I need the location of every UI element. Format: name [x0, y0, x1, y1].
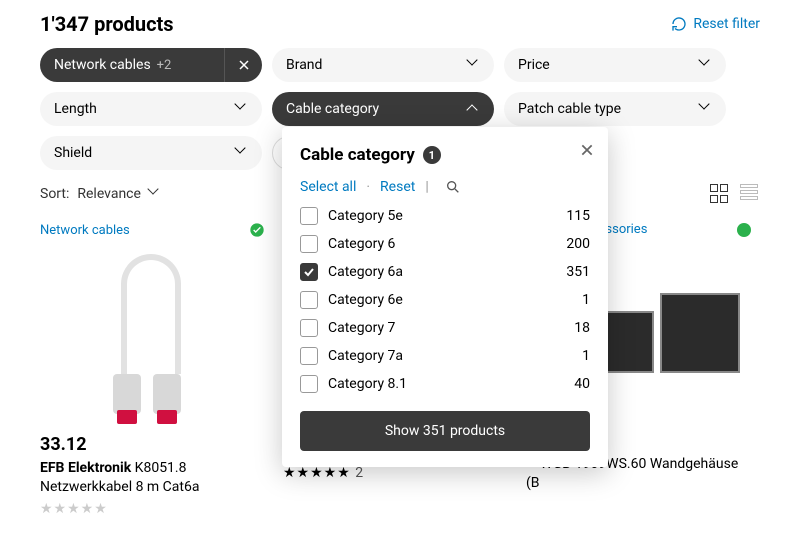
filter-patch-type[interactable]: Patch cable type	[504, 92, 726, 126]
checkbox[interactable]	[300, 263, 318, 281]
filter-option[interactable]: Category 8.1 40	[300, 375, 590, 393]
product-title: EFB Elektronik K8051.8Netzwerkkabel 8 m …	[40, 459, 265, 497]
popover-title: Cable category1	[300, 145, 590, 165]
chevron-up-icon	[468, 103, 480, 115]
check-circle-icon	[249, 222, 265, 238]
option-count: 18	[574, 320, 590, 336]
checkbox[interactable]	[300, 375, 318, 393]
checkbox[interactable]	[300, 235, 318, 253]
product-category[interactable]: Network cables	[40, 223, 130, 238]
clear-active-filter[interactable]	[224, 48, 262, 82]
option-label: Category 6a	[328, 264, 403, 280]
selected-count-badge: 1	[423, 146, 441, 164]
product-card[interactable]: Network cables 33.12 EFB Elektronik K805…	[40, 222, 265, 517]
chevron-down-icon	[149, 188, 161, 200]
checkbox[interactable]	[300, 319, 318, 337]
select-all-link[interactable]: Select all	[300, 179, 356, 195]
popover-close-button[interactable]	[580, 143, 594, 157]
filter-brand[interactable]: Brand	[272, 48, 494, 82]
option-count: 40	[574, 376, 590, 392]
filter-price[interactable]: Price	[504, 48, 726, 82]
close-icon	[580, 143, 594, 157]
active-filter-chip[interactable]: Network cables+2	[40, 48, 262, 82]
filter-option[interactable]: Category 7 18	[300, 319, 590, 337]
show-products-button[interactable]: Show 351 products	[300, 411, 590, 451]
option-label: Category 8.1	[328, 376, 407, 392]
cable-category-popover: Cable category1 Select all · Reset | Cat…	[282, 127, 608, 467]
close-icon	[238, 59, 250, 71]
option-label: Category 7	[328, 320, 395, 336]
option-label: Category 6	[328, 236, 395, 252]
filter-length[interactable]: Length	[40, 92, 262, 126]
checkbox[interactable]	[300, 347, 318, 365]
product-rating: ★★★★★	[40, 501, 265, 517]
list-view-button[interactable]	[740, 184, 760, 204]
filter-option[interactable]: Category 7a 1	[300, 347, 590, 365]
filter-option[interactable]: Category 6a 351	[300, 263, 590, 281]
product-price: 33.12	[40, 434, 265, 455]
option-label: Category 6e	[328, 292, 403, 308]
option-count: 115	[566, 208, 590, 224]
reset-filter-link[interactable]: Reset filter	[671, 16, 760, 32]
checkbox[interactable]	[300, 291, 318, 309]
filter-option[interactable]: Category 6 200	[300, 235, 590, 253]
search-icon	[445, 179, 461, 195]
product-rating: ★★★★★ 2	[283, 465, 508, 481]
product-count: 1'347 products	[40, 12, 174, 36]
chevron-down-icon	[236, 103, 248, 115]
option-label: Category 7a	[328, 348, 403, 364]
checkbox[interactable]	[300, 207, 318, 225]
status-dot-icon	[737, 223, 751, 237]
search-in-filter-button[interactable]	[445, 179, 461, 195]
option-count: 1	[582, 292, 590, 308]
chevron-down-icon	[236, 147, 248, 159]
filter-shield[interactable]: Shield	[40, 136, 262, 170]
chevron-down-icon	[700, 103, 712, 115]
reset-selection-link[interactable]: Reset	[380, 179, 415, 195]
grid-view-button[interactable]	[710, 184, 730, 204]
option-count: 200	[566, 236, 590, 252]
filter-cable-category[interactable]: Cable category	[272, 92, 494, 126]
filter-option[interactable]: Category 6e 1	[300, 291, 590, 309]
filter-option[interactable]: Category 5e 115	[300, 207, 590, 225]
option-count: 351	[566, 264, 590, 280]
option-count: 1	[582, 348, 590, 364]
product-image	[40, 244, 265, 424]
sort-selector[interactable]: Sort: Relevance	[40, 186, 161, 202]
option-label: Category 5e	[328, 208, 403, 224]
chevron-down-icon	[468, 59, 480, 71]
chevron-down-icon	[700, 59, 712, 71]
refresh-icon	[671, 16, 687, 32]
